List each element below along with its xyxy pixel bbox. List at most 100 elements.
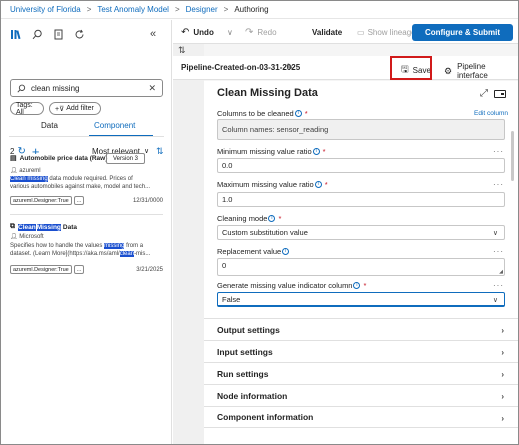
search-highlight: Missing xyxy=(36,223,61,231)
info-icon[interactable]: i xyxy=(312,148,320,155)
validate-button[interactable]: Validate xyxy=(312,20,342,44)
breadcrumb-model[interactable]: Test Anomaly Model xyxy=(97,5,169,14)
gear-icon: ⚙ xyxy=(444,65,453,76)
card-title: Automobile price data (Raw) xyxy=(19,154,108,162)
required-mark: * xyxy=(322,147,326,156)
pipeline-header: Pipeline-Created-on-03-31-2025 ✎ 🖫︎ Save… xyxy=(173,56,518,80)
breadcrumb-separator-icon: > xyxy=(86,5,92,14)
collapse-panel-icon[interactable]: « xyxy=(150,27,156,41)
info-icon[interactable]: i xyxy=(282,248,290,255)
section-output-settings[interactable]: Output settings › xyxy=(204,318,518,340)
canvas-layout-icon[interactable]: ⇅ xyxy=(178,45,186,56)
search-icon[interactable] xyxy=(32,27,43,41)
refresh-icon[interactable] xyxy=(74,27,85,41)
redo-button[interactable]: ↷ Redo xyxy=(245,20,277,44)
card-description-text: Specifies how to handle the values xyxy=(10,243,105,249)
more-options-icon[interactable]: ··· xyxy=(493,147,504,156)
min-ratio-label: Minimum missing value ratio i * xyxy=(217,147,326,156)
pipeline-name: Pipeline-Created-on-03-31-2025 xyxy=(181,63,301,72)
replacement-field[interactable]: 0 ◢ xyxy=(217,258,505,276)
info-icon[interactable]: i xyxy=(314,181,322,188)
add-filter-button[interactable]: +⊽ Add filter xyxy=(49,102,101,115)
required-mark: * xyxy=(304,109,308,118)
edit-column-link[interactable]: Edit column xyxy=(474,110,508,117)
configure-submit-button[interactable]: Configure & Submit xyxy=(412,24,513,41)
section-run-settings[interactable]: Run settings › xyxy=(204,362,518,384)
card-tags: azureml.Designer:True ... xyxy=(10,196,85,205)
library-tabs: Data Component xyxy=(1,121,171,137)
undo-label: Undo xyxy=(193,27,214,37)
add-filter-label: Add filter xyxy=(66,105,94,112)
undo-button[interactable]: ↶ Undo xyxy=(181,20,214,44)
card-tag-more[interactable]: ... xyxy=(73,196,85,205)
search-highlight: missing xyxy=(104,243,125,249)
card-date: 12/31/0000 xyxy=(132,198,163,204)
component-search-box[interactable]: ✕ xyxy=(10,79,163,97)
replacement-value: 0 xyxy=(222,261,227,270)
tags-filter-label: Tags: All xyxy=(16,101,33,116)
card-author: 👤︎ azureml xyxy=(10,167,41,175)
more-options-icon[interactable]: ··· xyxy=(493,247,504,256)
min-ratio-field[interactable]: 0.0 xyxy=(217,158,505,173)
card-description-line2: dataset. (Learn More](https://aka.ms/aml… xyxy=(10,250,150,258)
dataset-icon: ▤ xyxy=(10,155,17,162)
card-description-line1: Clean missing data module required. Pric… xyxy=(10,175,133,183)
more-options-icon[interactable]: ··· xyxy=(493,281,504,290)
resize-grip-icon[interactable]: ◢ xyxy=(499,269,503,275)
required-mark: * xyxy=(324,180,328,189)
section-input-settings[interactable]: Input settings › xyxy=(204,340,518,362)
cleaning-mode-dropdown[interactable]: Custom substitution value ∨ xyxy=(217,225,505,240)
app-frame: University of Florida > Test Anomaly Mod… xyxy=(0,0,519,445)
show-lineage-button[interactable]: ▭ Show lineage xyxy=(357,20,416,44)
breadcrumb: University of Florida > Test Anomaly Mod… xyxy=(1,1,518,19)
edit-pencil-icon[interactable]: ✎ xyxy=(286,62,294,73)
more-options-icon[interactable]: ··· xyxy=(493,180,504,189)
search-input[interactable] xyxy=(31,83,151,93)
tags-filter-chip[interactable]: Tags: All xyxy=(10,101,44,116)
card-author-name: Microsoft xyxy=(19,234,44,240)
expand-icon[interactable]: ⤢ xyxy=(480,88,488,99)
info-icon[interactable]: i xyxy=(268,215,276,222)
tab-data[interactable]: Data xyxy=(41,121,58,130)
tabs-divider xyxy=(9,136,164,137)
component-card[interactable]: ▤ Automobile price data (Raw) Version 3 … xyxy=(10,153,163,212)
card-tags: azureml.Designer:True ... xyxy=(10,265,85,274)
section-node-information[interactable]: Node information › xyxy=(204,384,518,406)
tab-component[interactable]: Component xyxy=(94,121,135,130)
card-description-text: data module required. Prices of xyxy=(47,176,133,182)
filter-add-icon: +⊽ xyxy=(55,105,65,113)
breadcrumb-workspace[interactable]: University of Florida xyxy=(10,5,81,14)
info-icon[interactable]: i xyxy=(353,282,361,289)
max-ratio-label: Maximum missing value ratio i * xyxy=(217,180,328,189)
max-ratio-field[interactable]: 1.0 xyxy=(217,192,505,207)
info-icon[interactable]: i xyxy=(294,110,302,117)
search-highlight: Clean xyxy=(18,223,36,231)
card-author: 👤︎ Microsoft xyxy=(10,233,44,241)
breadcrumb-designer[interactable]: Designer xyxy=(186,5,218,14)
canvas-side-strip xyxy=(173,20,204,444)
version-badge[interactable]: Version 3 xyxy=(106,153,146,164)
clear-search-icon[interactable]: ✕ xyxy=(148,83,156,94)
undo-history-chevron-icon[interactable]: ∨ xyxy=(227,20,233,44)
redo-label: Redo xyxy=(257,27,277,37)
notebook-icon[interactable] xyxy=(53,27,64,41)
card-description-text: dataset. (Learn More](https://aka.ms/aml… xyxy=(10,251,120,257)
indicator-dropdown[interactable]: False ∨ xyxy=(217,292,505,307)
card-title: Data xyxy=(62,223,77,231)
card-title-row: ⧉ Clean Missing Data xyxy=(10,223,77,231)
chevron-down-icon: ∨ xyxy=(492,297,498,304)
card-tag-more[interactable]: ... xyxy=(73,265,85,274)
save-highlight-box xyxy=(390,56,432,80)
section-component-information[interactable]: Component information › xyxy=(204,406,518,428)
panel-scrollbar[interactable] xyxy=(511,131,514,181)
toggle-panel-icon[interactable] xyxy=(494,90,506,98)
component-card[interactable]: ⧉ Clean Missing Data 👤︎ Microsoft Specif… xyxy=(10,223,163,283)
min-ratio-value: 0.0 xyxy=(222,161,233,170)
columns-field: Column names: sensor_reading xyxy=(217,119,505,140)
search-icon xyxy=(17,84,26,93)
breadcrumb-separator-icon: > xyxy=(223,5,229,14)
pipeline-interface-button[interactable]: ⚙ Pipeline interface xyxy=(444,62,518,80)
library-icon[interactable] xyxy=(10,27,21,41)
card-date: 3/21/2025 xyxy=(136,267,163,273)
show-lineage-label: Show lineage xyxy=(367,27,416,37)
